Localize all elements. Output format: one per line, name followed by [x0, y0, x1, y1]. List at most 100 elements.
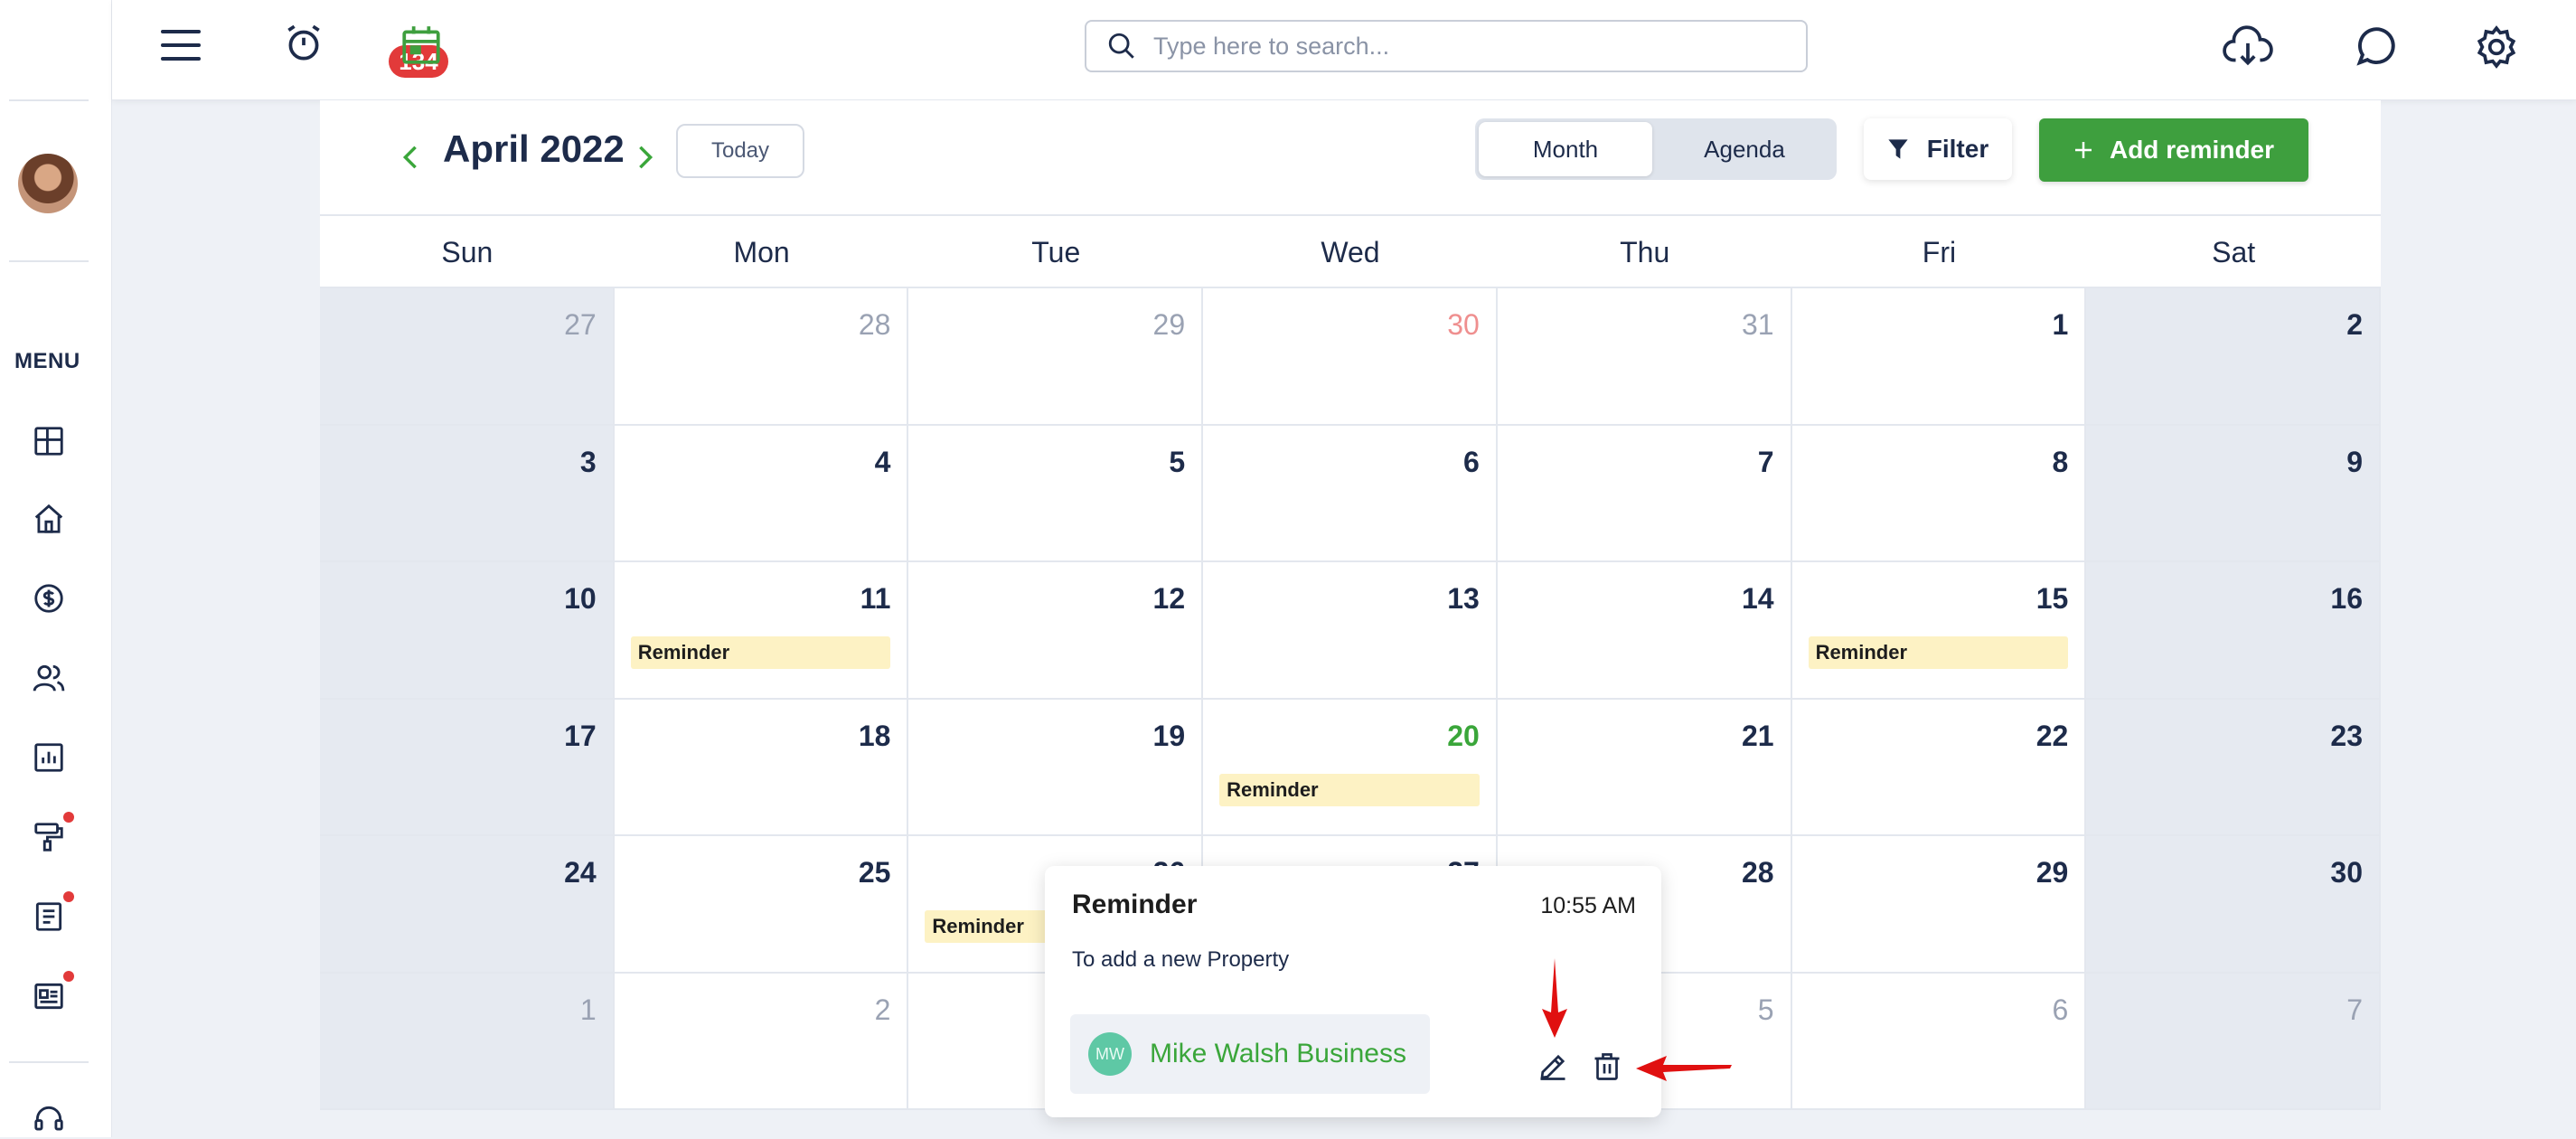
day-cell[interactable]: 18 [614, 699, 909, 836]
home-icon[interactable] [29, 499, 69, 539]
day-cell[interactable]: 12 [908, 562, 1204, 700]
filter-button[interactable]: Filter [1864, 118, 2012, 180]
day-cell[interactable]: 2 [614, 973, 909, 1110]
day-cell[interactable]: 24 [320, 836, 615, 974]
day-cell[interactable]: 14 [1497, 562, 1792, 700]
day-cell[interactable]: 28 [614, 288, 909, 426]
search-bar[interactable] [1085, 20, 1808, 72]
day-cell[interactable]: 9 [2086, 425, 2381, 562]
day-number: 30 [2330, 856, 2363, 889]
day-number: 7 [2346, 993, 2363, 1026]
day-cell[interactable]: 6 [1203, 425, 1498, 562]
tab-agenda[interactable]: Agenda [1656, 122, 1833, 176]
day-cell[interactable]: 27 [320, 288, 615, 426]
weekday-label: Fri [1922, 235, 1957, 268]
alarm-clock-icon[interactable] [278, 18, 329, 69]
day-cell[interactable]: 19 [908, 699, 1204, 836]
event-reminder[interactable]: Reminder [630, 636, 891, 669]
day-number: 11 [860, 582, 891, 615]
dashboard-icon[interactable] [29, 421, 69, 461]
paint-roller-icon[interactable] [29, 817, 69, 857]
day-number: 14 [1741, 582, 1774, 615]
next-month-button[interactable] [627, 135, 663, 180]
day-number: 5 [1757, 993, 1774, 1026]
day-number: 20 [1447, 719, 1480, 752]
day-number: 1 [2052, 308, 2069, 341]
month-title: April 2022 [443, 127, 625, 170]
day-number: 9 [2346, 445, 2363, 478]
day-cell[interactable]: 3 [320, 425, 615, 562]
day-cell[interactable]: 6 [1791, 973, 2087, 1110]
day-cell[interactable]: 8 [1791, 425, 2087, 562]
day-cell[interactable]: 2 [2086, 288, 2381, 426]
calendar-icon[interactable] [396, 20, 447, 71]
day-cell[interactable]: 4 [614, 425, 909, 562]
notification-dot [63, 971, 74, 982]
day-number: 5 [1169, 445, 1186, 478]
day-cell[interactable]: 15 Reminder [1791, 562, 2087, 700]
edit-button[interactable] [1533, 1047, 1573, 1087]
day-cell[interactable]: 1 [1791, 288, 2087, 426]
day-cell[interactable]: 21 [1497, 699, 1792, 836]
calendar-header: April 2022 Today Month Agenda Filter Add… [320, 100, 2381, 216]
day-number: 10 [564, 582, 597, 615]
tab-month[interactable]: Month [1479, 122, 1652, 176]
settings-gear-icon[interactable] [2471, 22, 2522, 72]
day-cell[interactable]: 29 [908, 288, 1204, 426]
day-cell[interactable]: 29 [1791, 836, 2087, 974]
document-icon[interactable] [29, 897, 69, 937]
day-number: 6 [2052, 993, 2069, 1026]
news-icon[interactable] [29, 976, 69, 1016]
annotation-arrow-left [1636, 1056, 1732, 1081]
day-cell[interactable]: 17 [320, 699, 615, 836]
day-cell[interactable]: 7 [1497, 425, 1792, 562]
day-cell[interactable]: 23 [2086, 699, 2381, 836]
search-input[interactable] [1153, 32, 1786, 61]
filter-label: Filter [1926, 135, 1989, 163]
today-button[interactable]: Today [676, 124, 804, 178]
trash-icon [1594, 1053, 1620, 1080]
day-cell[interactable]: 30 [1203, 288, 1498, 426]
popup-title: Reminder [1072, 890, 1198, 919]
assignee-chip[interactable]: MW Mike Walsh Business [1070, 1014, 1430, 1094]
day-cell[interactable]: 31 [1497, 288, 1792, 426]
hamburger-menu-icon[interactable] [157, 22, 204, 69]
cloud-download-icon[interactable] [2222, 22, 2276, 72]
annotation-arrow-down [1542, 958, 1567, 1038]
chat-icon[interactable] [2350, 22, 2401, 72]
day-number: 22 [2035, 719, 2069, 752]
day-cell[interactable]: 11 Reminder [614, 562, 909, 700]
day-cell[interactable]: 13 [1203, 562, 1498, 700]
day-number: 31 [1741, 308, 1774, 341]
plus-icon [2074, 142, 2092, 158]
prev-month-button[interactable] [392, 135, 428, 180]
event-reminder[interactable]: Reminder [1219, 773, 1480, 806]
day-number: 29 [2035, 856, 2069, 889]
day-cell[interactable]: 16 [2086, 562, 2381, 700]
day-cell[interactable]: 20 Reminder [1203, 699, 1498, 836]
day-cell[interactable]: 5 [908, 425, 1204, 562]
day-number: 8 [2052, 445, 2069, 478]
day-cell[interactable]: 25 [614, 836, 909, 974]
day-number: 25 [858, 856, 891, 889]
dollar-icon[interactable] [29, 579, 69, 618]
day-cell[interactable]: 1 [320, 973, 615, 1110]
day-cell[interactable]: 7 [2086, 973, 2381, 1110]
chart-icon[interactable] [29, 738, 69, 777]
headset-icon[interactable] [29, 1099, 69, 1139]
event-reminder[interactable]: Reminder [1808, 636, 2069, 669]
filter-icon [1888, 139, 1908, 159]
add-reminder-button[interactable]: Add reminder [2039, 118, 2308, 182]
notification-dot [63, 812, 74, 823]
day-cell[interactable]: 30 [2086, 836, 2381, 974]
add-reminder-label: Add reminder [2109, 136, 2275, 164]
day-number: 17 [564, 719, 597, 752]
day-cell[interactable]: 10 [320, 562, 615, 700]
user-avatar[interactable] [18, 154, 78, 213]
delete-button[interactable] [1587, 1047, 1627, 1087]
day-number: 2 [2346, 308, 2363, 341]
day-cell[interactable]: 22 [1791, 699, 2087, 836]
sidebar-divider [9, 99, 89, 101]
users-icon[interactable] [29, 658, 69, 698]
day-number: 3 [579, 445, 597, 478]
